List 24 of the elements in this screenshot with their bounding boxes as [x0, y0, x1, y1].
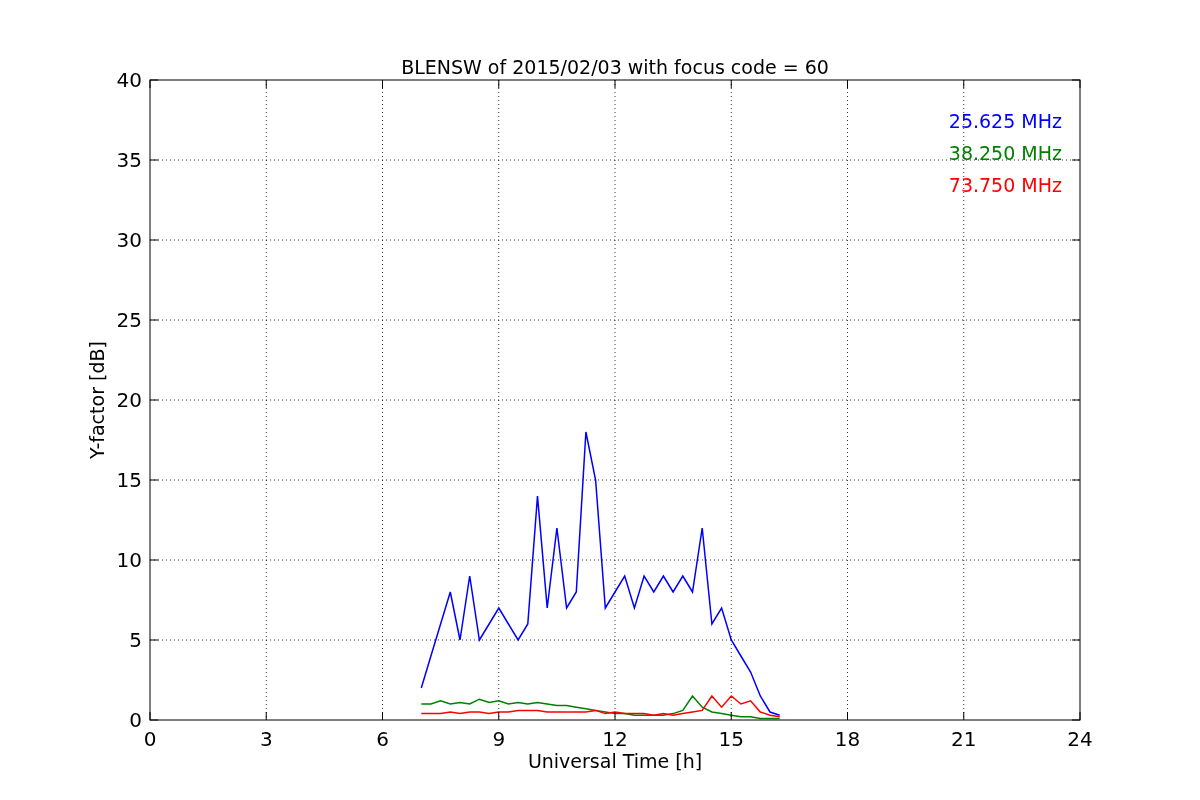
x-tick-label: 6 — [376, 727, 389, 751]
legend-label: 73.750 MHz — [948, 174, 1062, 196]
x-tick-label: 18 — [834, 727, 861, 751]
y-tick-label: 30 — [116, 228, 142, 252]
y-tick-label: 10 — [116, 548, 142, 572]
chart-title: BLENSW of 2015/02/03 with focus code = 60 — [401, 56, 829, 78]
x-tick-label: 12 — [602, 727, 628, 751]
y-tick-label: 35 — [116, 148, 142, 172]
y-tick-label: 0 — [129, 708, 142, 732]
x-tick-label: 15 — [718, 727, 744, 751]
y-tick-label: 5 — [129, 628, 142, 652]
legend-label: 38.250 MHz — [948, 142, 1062, 164]
x-tick-label: 0 — [143, 727, 157, 751]
y-tick-label: 20 — [116, 388, 142, 412]
x-tick-label: 24 — [1067, 727, 1093, 751]
x-tick-label: 9 — [492, 727, 506, 751]
legend-label: 25.625 MHz — [948, 110, 1062, 132]
y-tick-label: 40 — [116, 68, 142, 92]
x-axis-label: Universal Time [h] — [527, 750, 703, 772]
x-tick-label: 3 — [259, 727, 273, 751]
y-tick-label: 25 — [116, 308, 142, 332]
x-tick-label: 21 — [951, 727, 977, 751]
y-axis-label: Y-factor [dB] — [86, 341, 108, 459]
y-tick-label: 15 — [116, 468, 142, 492]
